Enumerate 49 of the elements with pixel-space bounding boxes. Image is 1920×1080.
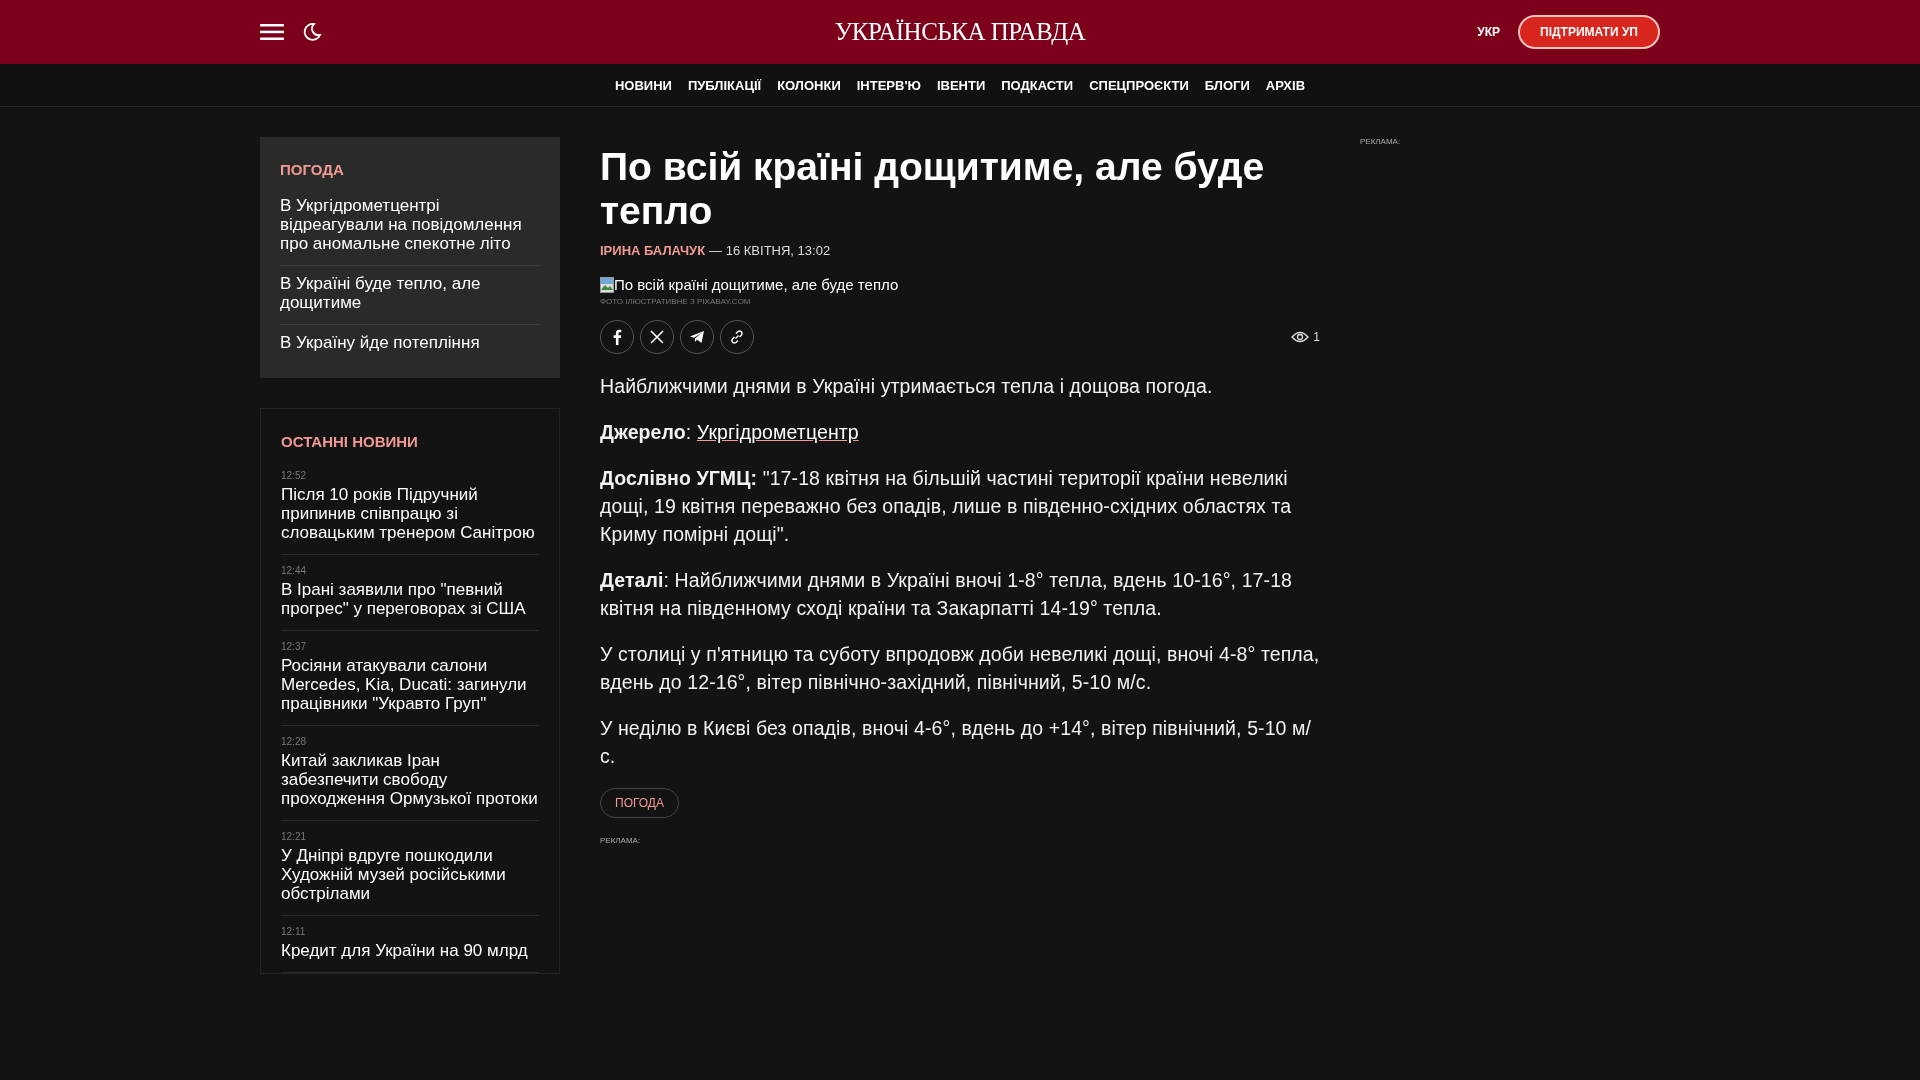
publish-date: — 16 КВІТНЯ, 13:02 <box>709 243 831 258</box>
news-time: 12:28 <box>281 736 308 747</box>
news-time: 12:11 <box>281 926 307 937</box>
language-link[interactable]: УКР <box>1477 25 1501 39</box>
news-link[interactable]: Росіяни атакували салони Mercedes, Kia, Ducati: загинули працівники "Укравто Груп" <box>281 656 539 713</box>
article-paragraph: Найближчими днями в Україні утримається тепла і дощова погода. <box>600 374 1214 399</box>
related-link[interactable]: В Україну йде потепління <box>280 325 540 364</box>
broken-image-icon <box>600 276 614 293</box>
related-link[interactable]: В Укргідрометцентрі відреагували на повідомлення про аномальне спекотне літо <box>280 188 540 266</box>
telegram-icon[interactable] <box>680 320 714 354</box>
news-link[interactable]: В Ірані заявили про "певний прогрес" у переговорах зі США <box>281 580 539 618</box>
image-caption: ФОТО ІЛЮСТРАТИВНЕ З PIXABAY.COM <box>600 297 752 306</box>
view-count: 1 <box>1313 330 1320 344</box>
image-alt-text: По всій країні дощитиме, але буде тепло <box>614 276 899 293</box>
nav-link[interactable]: ПОДКАСТИ <box>1001 77 1074 93</box>
menu-icon[interactable] <box>260 23 284 41</box>
article-title: По всій країні дощитиме, але буде тепло <box>600 145 1266 233</box>
nav-link[interactable]: ІНТЕРВ'Ю <box>856 77 921 93</box>
source-paragraph: Джерело: Укргідрометцентр <box>600 420 860 445</box>
related-link[interactable]: В Україні буде тепло, але дощитиме <box>280 266 540 325</box>
section-title: ОСТАННІ НОВИНИ <box>281 433 419 450</box>
nav-link[interactable]: СПЕЦПРОЄКТИ <box>1089 77 1189 93</box>
source-link[interactable]: Укргідрометцентр <box>696 421 859 443</box>
site-logo[interactable]: УКРАЇНСЬКА ПРАВДА <box>760 18 1160 46</box>
article-paragraph: Дослівно УГМЦ: "17-18 квітня на більшій частині території країни невеликі дощі, 19 квітня переважно без опадів, лише в південно-східних областях та Криму помірні дощі". <box>600 466 1293 547</box>
news-link[interactable]: Після 10 років Підручний припинив співпрацю зі словацьким тренером Санітрою <box>281 485 539 542</box>
eye-icon <box>1291 331 1310 343</box>
news-time: 12:44 <box>281 565 308 576</box>
author-link[interactable]: ІРИНА БАЛАЧУК <box>600 243 706 258</box>
nav-link[interactable]: КОЛОНКИ <box>777 77 841 93</box>
nav-link[interactable]: БЛОГИ <box>1204 77 1250 93</box>
news-link[interactable]: Кредит для України на 90 млрд <box>281 941 539 960</box>
news-link[interactable]: У Дніпрі вдруге пошкодили Художній музей російськими обстрілами <box>281 846 539 903</box>
news-time: 12:37 <box>281 641 308 652</box>
article-paragraph: Деталі: Найближчими днями в Україні вночі 1-8° тепла, вдень 10-16°, 17-18 квітня на південному сході країни та Закарпатті 14-19° тепла. <box>600 568 1294 621</box>
news-link[interactable]: Китай закликав Іран забезпечити свободу проходження Ормузької протоки <box>281 751 539 808</box>
nav-link[interactable]: АРХІВ <box>1265 77 1306 93</box>
article-paragraph: У столиці у п'ятницю та суботу впродовж доби невеликі дощі, вночі 4-8° тепла, вдень до 12-16°, вітер північно-західний, північний, 5-10 м/с. <box>600 642 1320 695</box>
article-paragraph: У неділю в Києві без опадів, вночі 4-6°, вдень до +14°, вітер північний, 5-10 м/с. <box>600 716 1313 769</box>
nav-link[interactable]: ІВЕНТИ <box>936 77 986 93</box>
section-title: ПОГОДА <box>280 161 345 178</box>
news-time: 12:21 <box>281 831 308 842</box>
support-button[interactable]: ПІДТРИМАТИ УП <box>1518 15 1660 49</box>
ad-label: РЕКЛАМА: <box>600 836 642 845</box>
nav-link[interactable]: ПУБЛІКАЦІЇ <box>687 77 762 93</box>
ad-label: РЕКЛАМА: <box>1360 137 1401 146</box>
nav-link[interactable]: НОВИНИ <box>614 77 672 93</box>
moon-icon[interactable] <box>302 22 322 42</box>
news-time: 12:52 <box>281 470 308 481</box>
